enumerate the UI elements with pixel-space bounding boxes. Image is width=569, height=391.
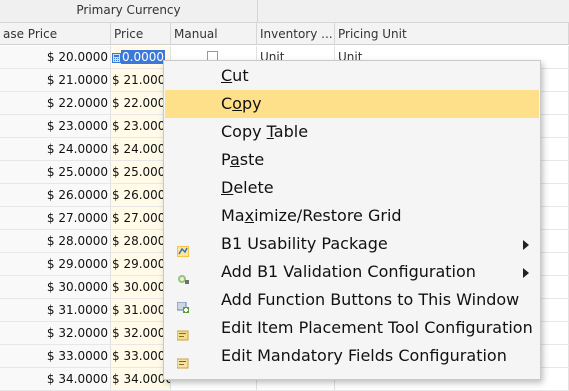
menu-item-edit-mandatory-fields-configuration[interactable]: Edit Mandatory Fields Configuration [165,342,539,370]
menu-item-add-b1-validation-configuration[interactable]: Add B1 Validation Configuration [165,258,539,286]
price-cell[interactable]: $ 25.0000 [111,161,171,183]
base-price-cell: $ 31.0000 [0,299,111,321]
add-validation-icon [177,266,189,284]
base-price-cell: $ 32.0000 [0,322,111,344]
base-price-cell: $ 30.0000 [0,276,111,298]
menu-item-cut[interactable]: Cut [165,62,539,90]
menu-item-b1-usability-package[interactable]: B1 Usability Package [165,230,539,258]
price-input-selected[interactable]: 0.0000 [121,50,165,64]
price-cell[interactable]: $ 24.0000 [111,138,171,160]
menu-item-label: Edit Mandatory Fields Configuration [221,346,507,365]
menu-item-label: Cut [221,66,249,85]
base-price-cell: $ 24.0000 [0,138,111,160]
submenu-arrow-icon [523,268,529,278]
price-cell[interactable]: $ 30.0000 [111,276,171,298]
menu-item-label: Copy Table [221,122,309,141]
submenu-arrow-icon [523,240,529,250]
menu-item-copy[interactable]: Copy [165,90,539,118]
column-header-manual[interactable]: Manual [171,23,257,45]
menu-item-label: Copy [221,94,262,113]
group-header-row: Primary Currency [0,0,569,23]
price-cell[interactable]: $ 23.0000 [111,115,171,137]
edit-placement-icon [176,322,189,341]
calculator-icon[interactable] [112,52,121,63]
base-price-cell: $ 20.0000 [0,46,111,68]
column-header-price[interactable]: Price [111,23,171,45]
edit-mandatory-icon [176,350,189,369]
base-price-cell: $ 21.0000 [0,69,111,91]
price-cell[interactable]: $ 34.0000 [111,368,171,390]
price-cell[interactable]: $ 33.0000 [111,345,171,367]
price-cell[interactable]: $ 27.0000 [111,207,171,229]
add-function-buttons-icon [176,294,189,313]
base-price-cell: $ 29.0000 [0,253,111,275]
menu-item-paste[interactable]: Paste [165,146,539,174]
menu-item-delete[interactable]: Delete [165,174,539,202]
price-cell[interactable]: $ 32.0000 [111,322,171,344]
price-cell[interactable]: $ 29.0000 [111,253,171,275]
usability-package-icon [177,238,189,257]
base-price-cell: $ 23.0000 [0,115,111,137]
price-cell[interactable]: 0.0000 [111,46,171,68]
price-cell[interactable]: $ 21.0000 [111,69,171,91]
price-cell[interactable]: $ 22.0000 [111,92,171,114]
price-cell[interactable]: $ 26.0000 [111,184,171,206]
menu-item-label: Maximize/Restore Grid [221,206,402,225]
base-price-cell: $ 22.0000 [0,92,111,114]
base-price-cell: $ 27.0000 [0,207,111,229]
menu-item-copy-table[interactable]: Copy Table [165,118,539,146]
base-price-cell: $ 28.0000 [0,230,111,252]
base-price-cell: $ 34.0000 [0,368,111,390]
context-menu: Cut Copy Copy Table Paste Delete Maximize/Res… [163,60,541,380]
column-header-inventory[interactable]: Inventory ... [257,23,335,45]
menu-item-label: Edit Item Placement Tool Configuration [221,318,533,337]
primary-currency-group-header: Primary Currency [0,0,258,22]
base-price-cell: $ 25.0000 [0,161,111,183]
menu-item-edit-item-placement-tool-configuration[interactable]: Edit Item Placement Tool Configuration [165,314,539,342]
menu-item-add-function-buttons-to-this-window[interactable]: Add Function Buttons to This Window [165,286,539,314]
menu-item-label: B1 Usability Package [221,234,388,253]
menu-item-maximize-restore-grid[interactable]: Maximize/Restore Grid [165,202,539,230]
column-header-pricing-unit[interactable]: Pricing Unit [335,23,569,45]
menu-item-label: Add Function Buttons to This Window [221,290,520,309]
column-header-base-price[interactable]: ase Price [0,23,111,45]
menu-item-label: Delete [221,178,274,197]
price-cell[interactable]: $ 28.0000 [111,230,171,252]
menu-item-label: Paste [221,150,265,169]
menu-item-label: Add B1 Validation Configuration [221,262,476,281]
base-price-cell: $ 26.0000 [0,184,111,206]
price-cell[interactable]: $ 31.0000 [111,299,171,321]
base-price-cell: $ 33.0000 [0,345,111,367]
